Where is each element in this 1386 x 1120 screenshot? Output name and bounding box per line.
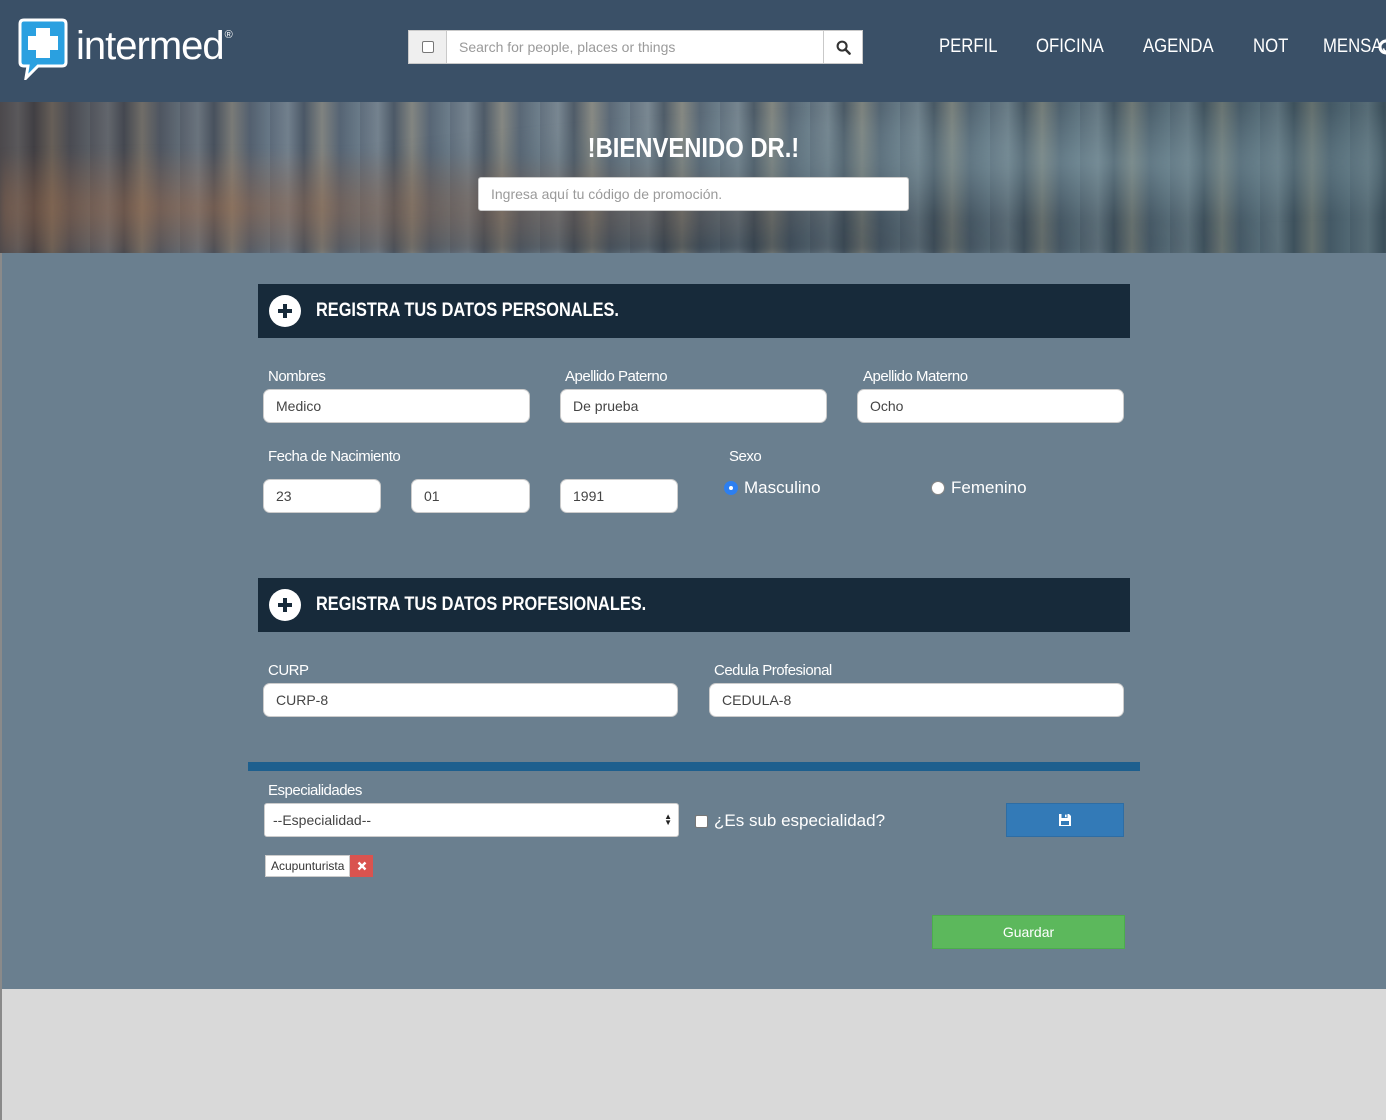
- remove-tag-button[interactable]: [350, 855, 374, 877]
- birth-month-input[interactable]: [411, 479, 530, 513]
- birth-year-input[interactable]: [560, 479, 678, 513]
- masculino-radio[interactable]: [724, 481, 738, 495]
- search-icon: [836, 40, 851, 55]
- search-button[interactable]: [823, 31, 862, 63]
- especialidad-select[interactable]: --Especialidad-- ▲ ▼: [264, 803, 679, 837]
- intermed-logo[interactable]: intermed ®: [18, 18, 233, 83]
- search-bar: [408, 30, 863, 64]
- guardar-button[interactable]: Guardar: [932, 915, 1125, 949]
- sub-especialidad-checkbox[interactable]: [695, 814, 708, 828]
- main-nav: PERFIL OFICINA AGENDA NOT MENSAJES: [939, 36, 1386, 58]
- fecha-nacimiento-label: Fecha de Nacimiento: [268, 448, 401, 465]
- curp-input[interactable]: [263, 683, 678, 717]
- registered-mark: ®: [224, 29, 233, 41]
- especialidades-label: Especialidades: [268, 782, 362, 799]
- top-navbar: intermed ® PERFIL OFICINA AGENDA NOT MEN…: [0, 0, 1386, 102]
- especialidad-tag: Acupunturista: [265, 855, 374, 877]
- personal-section-title: REGISTRA TUS DATOS PERSONALES.: [316, 300, 619, 321]
- cedula-label: Cedula Profesional: [714, 662, 832, 679]
- logo-cross-icon: [18, 18, 68, 83]
- nombres-label: Nombres: [268, 368, 326, 385]
- cedula-input[interactable]: [709, 683, 1124, 717]
- apellido-materno-input[interactable]: [857, 389, 1124, 423]
- add-especialidad-button[interactable]: [1006, 803, 1124, 837]
- sub-especialidad-label: ¿Es sub especialidad?: [714, 811, 886, 830]
- apellido-materno-label: Apellido Materno: [863, 368, 968, 385]
- femenino-radio[interactable]: [931, 481, 945, 495]
- masculino-label: Masculino: [744, 478, 821, 497]
- brand-name: intermed: [76, 23, 225, 68]
- nav-oficina[interactable]: OFICINA: [1036, 36, 1104, 58]
- select-arrows-icon: ▲ ▼: [664, 812, 672, 827]
- page-footer-area: [2, 989, 1386, 1120]
- sub-especialidad-option[interactable]: ¿Es sub especialidad?: [695, 811, 885, 831]
- nav-mensajes[interactable]: MENSAJES: [1323, 36, 1386, 58]
- apellido-paterno-input[interactable]: [560, 389, 827, 423]
- sexo-femenino-option[interactable]: Femenino: [931, 478, 1027, 498]
- sexo-masculino-option[interactable]: Masculino: [724, 478, 821, 498]
- especialidad-select-value: --Especialidad--: [273, 812, 372, 828]
- femenino-label: Femenino: [951, 478, 1027, 497]
- welcome-banner: !BIENVENIDO DR.!: [0, 102, 1386, 253]
- nav-overflow-icon[interactable]: [1378, 38, 1386, 56]
- floppy-disk-icon: [1059, 814, 1071, 826]
- professional-section-header[interactable]: REGISTRA TUS DATOS PROFESIONALES.: [258, 578, 1130, 632]
- expand-plus-icon: [269, 295, 301, 327]
- personal-section-header[interactable]: REGISTRA TUS DATOS PERSONALES.: [258, 284, 1130, 338]
- birth-day-input[interactable]: [263, 479, 381, 513]
- close-icon: [357, 861, 367, 871]
- nombres-input[interactable]: [263, 389, 530, 423]
- section-divider: [248, 762, 1140, 771]
- nav-agenda[interactable]: AGENDA: [1143, 36, 1214, 58]
- curp-label: CURP: [268, 662, 309, 679]
- promo-code-input[interactable]: [478, 177, 909, 211]
- registration-panel: REGISTRA TUS DATOS PERSONALES. Nombres A…: [2, 253, 1386, 989]
- sexo-label: Sexo: [729, 448, 762, 465]
- search-input[interactable]: [447, 31, 823, 63]
- welcome-title: !BIENVENIDO DR.!: [587, 132, 799, 163]
- nav-perfil[interactable]: PERFIL: [939, 36, 998, 58]
- search-filter-checkbox[interactable]: [409, 31, 447, 63]
- apellido-paterno-label: Apellido Paterno: [565, 368, 668, 385]
- especialidad-tag-label: Acupunturista: [265, 855, 351, 877]
- expand-plus-icon: [269, 589, 301, 621]
- nav-notificaciones[interactable]: NOT: [1253, 36, 1288, 58]
- professional-section-title: REGISTRA TUS DATOS PROFESIONALES.: [316, 594, 647, 615]
